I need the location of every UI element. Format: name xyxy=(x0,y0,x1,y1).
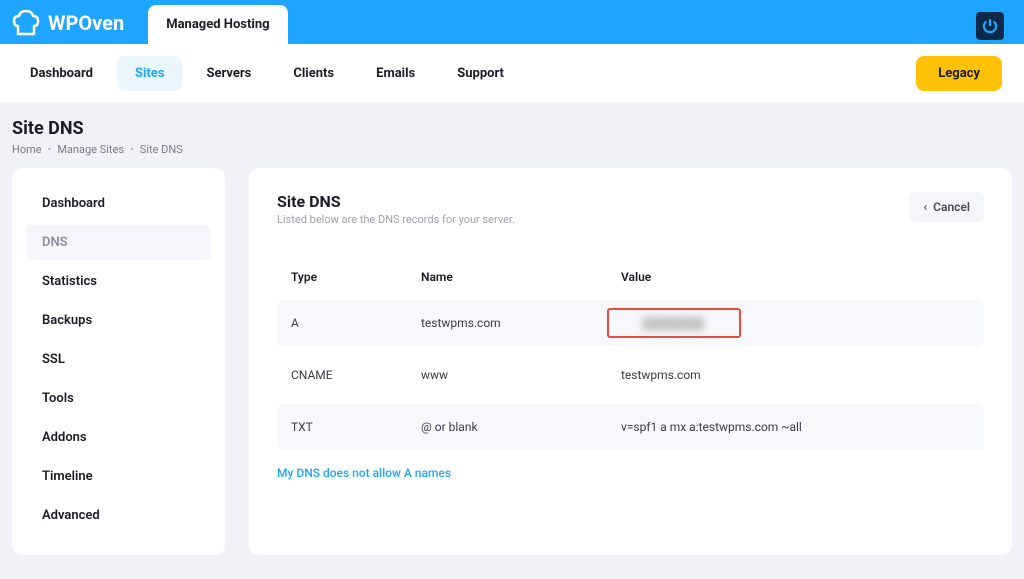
sidebar-item-dns[interactable]: DNS xyxy=(26,225,211,260)
table-row: A testwpms.com ███████ xyxy=(277,300,984,346)
top-left: WPOven Managed Hosting xyxy=(12,0,288,44)
page-header: Site DNS Home • Manage Sites • Site DNS xyxy=(0,102,1024,168)
sidebar-item-backups[interactable]: Backups xyxy=(26,303,211,338)
sidebar: Dashboard DNS Statistics Backups SSL Too… xyxy=(12,168,225,555)
cell-value: testwpms.com xyxy=(621,368,970,382)
redacted-value-highlight: ███████ xyxy=(607,308,741,338)
page-title: Site DNS xyxy=(12,118,1012,139)
nav-support[interactable]: Support xyxy=(439,56,522,91)
sidebar-item-addons[interactable]: Addons xyxy=(26,420,211,455)
cancel-button[interactable]: ‹ Cancel xyxy=(909,192,984,222)
table-row: TXT @ or blank v=spf1 a mx a:testwpms.co… xyxy=(277,404,984,450)
sidebar-item-ssl[interactable]: SSL xyxy=(26,342,211,377)
power-icon xyxy=(981,17,999,35)
main-panel: Site DNS Listed below are the DNS record… xyxy=(249,168,1012,555)
table-header: Type Name Value xyxy=(277,254,984,300)
crumb-home[interactable]: Home xyxy=(12,143,42,156)
sidebar-item-dashboard[interactable]: Dashboard xyxy=(26,186,211,221)
header-name: Name xyxy=(421,270,621,284)
top-right xyxy=(964,12,1004,40)
power-button[interactable] xyxy=(976,12,1004,40)
nav-sites[interactable]: Sites xyxy=(117,56,183,91)
sidebar-item-tools[interactable]: Tools xyxy=(26,381,211,416)
nav-clients[interactable]: Clients xyxy=(275,56,352,91)
content: Dashboard DNS Statistics Backups SSL Too… xyxy=(0,168,1024,579)
header-type: Type xyxy=(291,270,421,284)
dns-a-names-link[interactable]: My DNS does not allow A names xyxy=(277,466,451,480)
main-title: Site DNS xyxy=(277,192,515,211)
header-value: Value xyxy=(621,270,970,284)
crumb-manage-sites[interactable]: Manage Sites xyxy=(57,143,124,156)
legacy-button[interactable]: Legacy xyxy=(916,56,1002,91)
chef-hat-icon xyxy=(12,8,46,38)
cell-name: @ or blank xyxy=(421,420,621,434)
cell-type: CNAME xyxy=(291,368,421,382)
cell-value: v=spf1 a mx a:testwpms.com ~all xyxy=(621,420,970,434)
cell-name: testwpms.com xyxy=(421,316,621,330)
managed-hosting-tab[interactable]: Managed Hosting xyxy=(148,5,287,44)
crumb-site-dns: Site DNS xyxy=(140,143,183,156)
chevron-left-icon: ‹ xyxy=(923,200,927,214)
main-subtitle: Listed below are the DNS records for you… xyxy=(277,213,515,226)
cell-type: A xyxy=(291,316,421,330)
table-row: CNAME www testwpms.com xyxy=(277,352,984,398)
sidebar-item-statistics[interactable]: Statistics xyxy=(26,264,211,299)
crumb-sep: • xyxy=(130,143,134,156)
brand-logo[interactable]: WPOven xyxy=(12,8,124,38)
nav-left: Dashboard Sites Servers Clients Emails S… xyxy=(12,56,522,91)
cell-value: ███████ xyxy=(621,316,970,330)
sidebar-item-advanced[interactable]: Advanced xyxy=(26,498,211,533)
cell-type: TXT xyxy=(291,420,421,434)
sidebar-item-timeline[interactable]: Timeline xyxy=(26,459,211,494)
nav-dashboard[interactable]: Dashboard xyxy=(12,56,111,91)
dns-table: Type Name Value A testwpms.com ███████ C… xyxy=(277,254,984,450)
nav-bar: Dashboard Sites Servers Clients Emails S… xyxy=(0,44,1024,102)
cell-name: www xyxy=(421,368,621,382)
nav-servers[interactable]: Servers xyxy=(188,56,269,91)
breadcrumb: Home • Manage Sites • Site DNS xyxy=(12,143,1012,156)
crumb-sep: • xyxy=(48,143,52,156)
brand-text: WPOven xyxy=(48,11,124,35)
nav-emails[interactable]: Emails xyxy=(358,56,433,91)
main-head: Site DNS Listed below are the DNS record… xyxy=(277,192,984,226)
top-bar: WPOven Managed Hosting xyxy=(0,0,1024,44)
